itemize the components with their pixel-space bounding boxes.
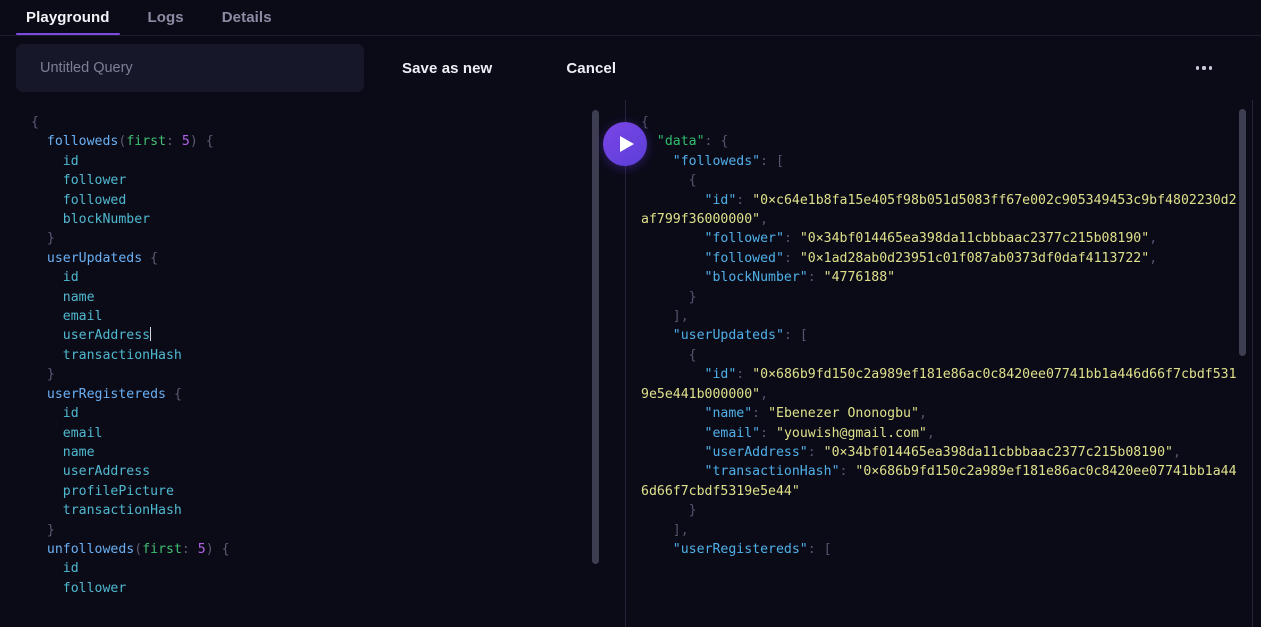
editor-scrollbar-thumb[interactable] <box>592 110 599 564</box>
query-name-input[interactable] <box>16 44 364 92</box>
right-edge-divider <box>1252 100 1253 627</box>
kebab-menu-icon[interactable] <box>1187 53 1221 83</box>
text-caret <box>150 327 152 342</box>
save-as-new-button[interactable]: Save as new <box>396 52 498 85</box>
graphql-playground-app: Playground Logs Details Save as new Canc… <box>0 0 1261 627</box>
play-icon <box>619 136 634 152</box>
result-json: { "data": { "followeds": [ { "id": "0×c6… <box>641 115 1237 557</box>
query-editor-code[interactable]: { followeds(first: 5) { id follower foll… <box>0 100 597 598</box>
result-scrollbar-thumb[interactable] <box>1239 109 1246 356</box>
editor-result-panes: { followeds(first: 5) { id follower foll… <box>0 100 1261 627</box>
tab-playground[interactable]: Playground <box>16 0 120 35</box>
kebab-dot <box>1195 66 1199 70</box>
top-tab-bar: Playground Logs Details <box>0 0 1261 36</box>
result-pane[interactable]: { "data": { "followeds": [ { "id": "0×c6… <box>641 100 1241 627</box>
kebab-dot <box>1209 66 1213 70</box>
query-toolbar: Save as new Cancel <box>0 36 1261 100</box>
kebab-dot <box>1202 66 1206 70</box>
tab-details[interactable]: Details <box>212 0 282 35</box>
pane-divider[interactable] <box>625 100 626 627</box>
cancel-button[interactable]: Cancel <box>560 52 622 85</box>
query-editor-pane[interactable]: { followeds(first: 5) { id follower foll… <box>0 100 597 627</box>
run-query-button[interactable] <box>603 122 647 166</box>
tab-logs[interactable]: Logs <box>138 0 194 35</box>
